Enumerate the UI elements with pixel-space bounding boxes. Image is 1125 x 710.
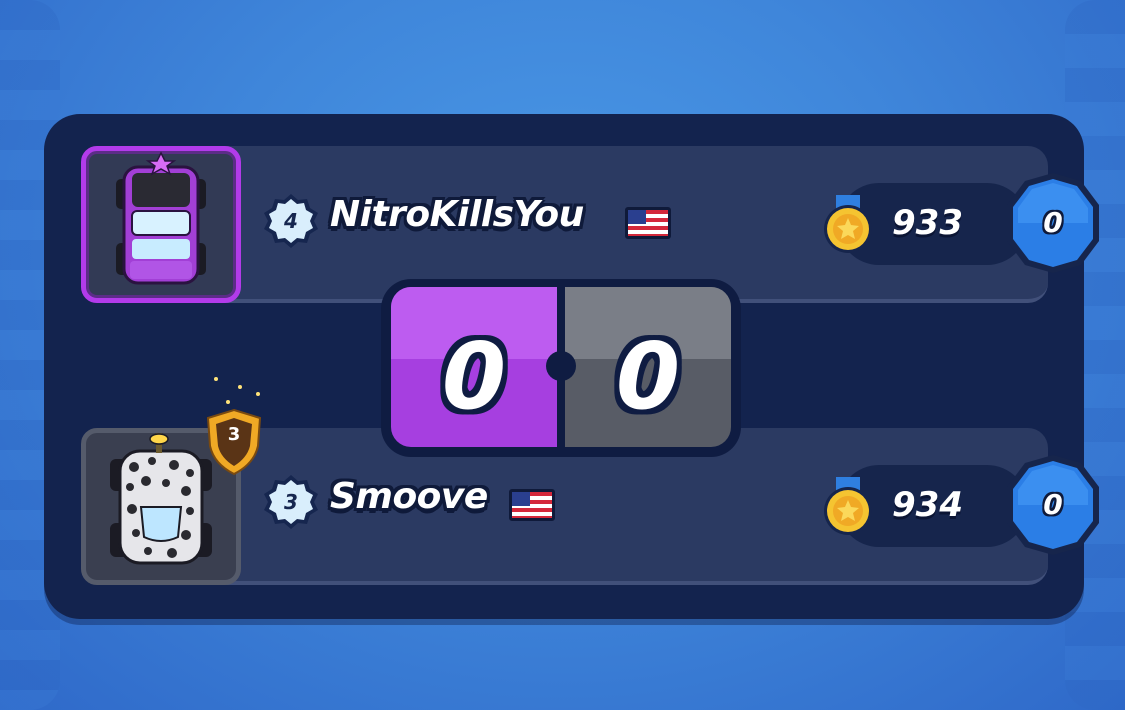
us-flag-icon (509, 489, 555, 521)
sparkle-decoration (238, 385, 242, 389)
score-panel-left: 0 (391, 287, 557, 447)
sparkle-decoration (256, 392, 260, 396)
score-separator-dot (546, 351, 576, 381)
scoreboard: 0 0 (381, 279, 741, 457)
player-two-level-badge: 3 (263, 474, 319, 530)
player-one-car-tile (81, 146, 241, 303)
player-one-level: 4 (284, 209, 298, 233)
player-two-rank-shield-icon: 3 (204, 408, 264, 476)
trophy-coin-icon (820, 193, 876, 257)
purple-monster-truck-icon (116, 151, 206, 285)
trophy-coin-icon (820, 475, 876, 539)
player-two-rank: 3 (227, 424, 241, 445)
player-two-name: Smoove (330, 476, 488, 517)
player-two-level: 3 (284, 490, 298, 514)
player-one-rounds-badge: 0 (1001, 171, 1105, 275)
player-two-rounds-badge: 0 (1001, 453, 1105, 557)
score-left: 0 (441, 323, 506, 430)
score-panel-right: 0 (565, 287, 731, 447)
score-right: 0 (615, 323, 680, 430)
us-flag-icon (625, 207, 671, 239)
player-two-trophies: 934 (892, 485, 963, 525)
player-one-name: NitroKillsYou (330, 194, 584, 235)
sparkle-decoration (226, 400, 230, 404)
sparkle-decoration (214, 377, 218, 381)
player-two-rounds-won: 0 (1043, 488, 1063, 521)
player-one-rounds-won: 0 (1043, 206, 1063, 239)
player-one-level-badge: 4 (263, 193, 319, 249)
player-one-trophies: 933 (892, 203, 963, 243)
